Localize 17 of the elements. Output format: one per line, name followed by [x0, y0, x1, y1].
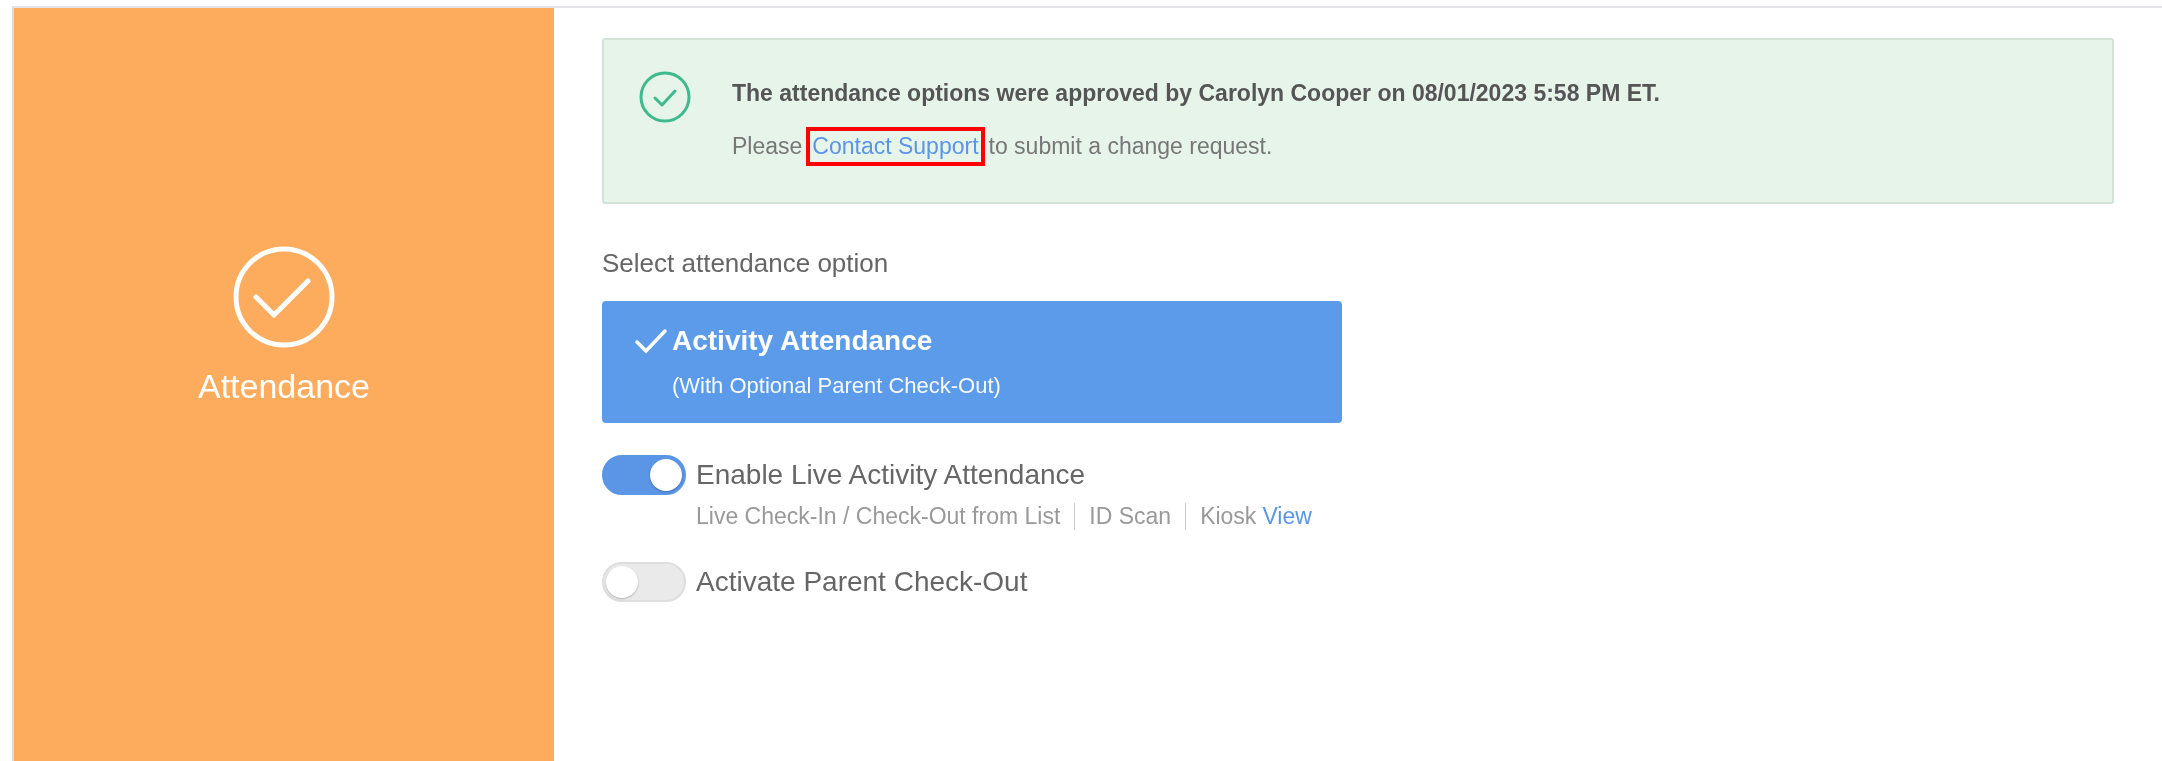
toggle-switch[interactable] — [602, 455, 686, 495]
check-circle-icon — [638, 70, 692, 124]
toggle-label: Enable Live Activity Attendance — [696, 458, 1087, 492]
notice-text: to submit a change request. — [988, 133, 1273, 160]
feature-label: Kiosk — [1200, 503, 1257, 530]
view-link[interactable]: View — [1262, 503, 1312, 530]
section-heading: Select attendance option — [602, 248, 889, 279]
feature-label: ID Scan — [1089, 503, 1172, 530]
check-circle-icon — [232, 245, 336, 349]
approval-message: The attendance options were approved by Carolyn Cooper on 08/01/2023 5:58 PM ET. — [732, 80, 1660, 107]
contact-support-link[interactable]: Contact Support — [806, 127, 985, 166]
panel-title: Attendance — [198, 367, 370, 406]
notice-text: Please — [732, 133, 803, 160]
feature-label: Live Check-In / Check-Out from List — [696, 503, 1061, 530]
option-card[interactable]: Activity Attendance (With Optional Parent Check-Out) — [602, 301, 1342, 423]
checkmark-icon — [634, 328, 668, 354]
toggle-label: Activate Parent Check-Out — [696, 565, 1028, 599]
